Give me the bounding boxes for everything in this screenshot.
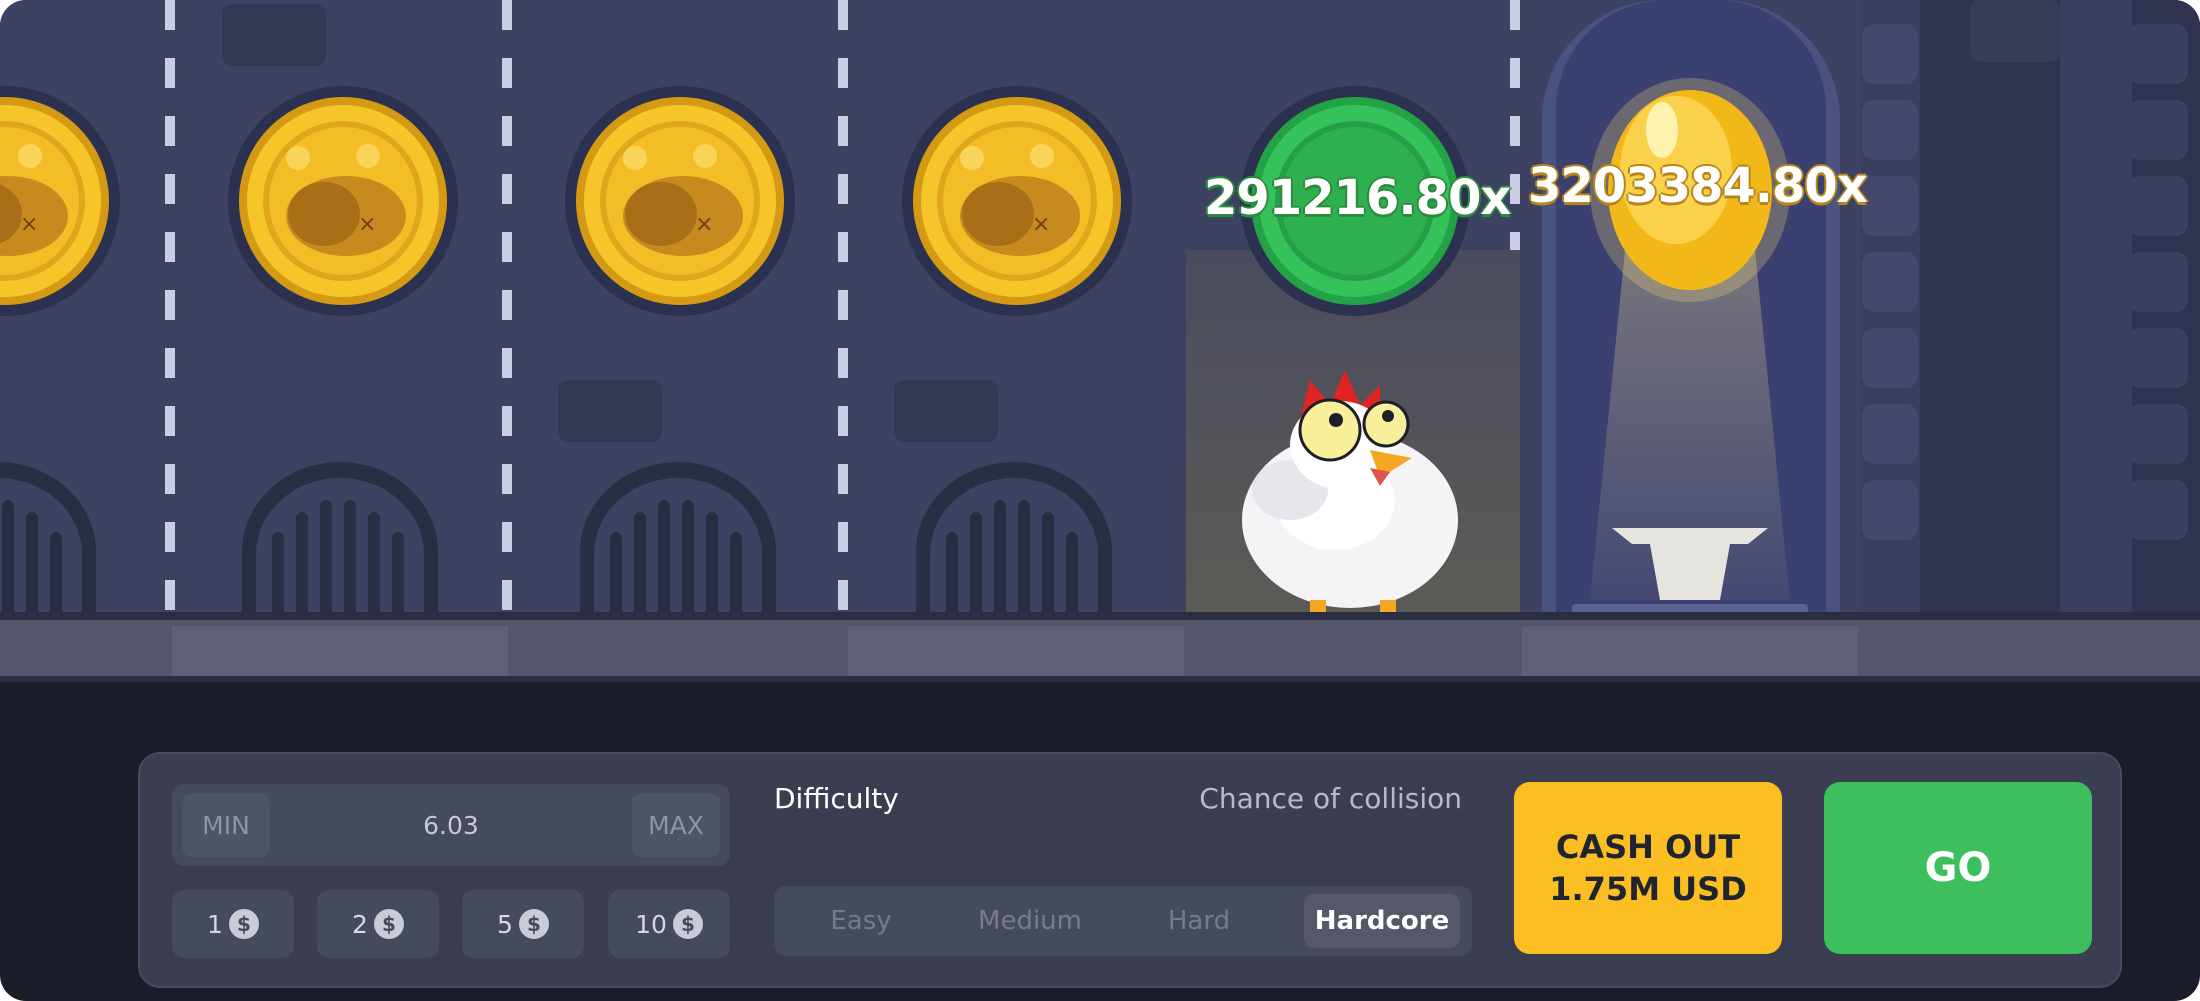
difficulty-medium-option[interactable]: Medium xyxy=(948,894,1112,948)
sewer-grate-icon xyxy=(0,462,96,620)
wall-window xyxy=(558,380,662,442)
dollar-coin-icon: $ xyxy=(672,909,703,939)
floor-segment xyxy=(172,626,508,676)
cash-out-amount: 1.75M USD xyxy=(1549,870,1747,908)
lane-divider xyxy=(502,0,512,620)
cash-out-button[interactable]: CASH OUT 1.75M USD xyxy=(1514,782,1782,954)
floor-edge xyxy=(0,612,2200,620)
chicken-character-icon xyxy=(1242,370,1458,620)
difficulty-easy-option[interactable]: Easy xyxy=(784,894,938,948)
quick-bet-2-button[interactable]: 2 $ xyxy=(317,890,439,958)
quick-bet-label: 2 xyxy=(352,909,368,939)
floor-segment xyxy=(1522,626,1858,676)
roast-chicken-icon: × xyxy=(902,86,1132,316)
go-button[interactable]: GO xyxy=(1824,782,2092,954)
lane-divider xyxy=(165,0,175,620)
game-frame: × × × × 291216.80x 3203384.80x 6.03 MIN … xyxy=(0,0,2200,1001)
roast-chicken-icon: × xyxy=(565,86,795,316)
dollar-coin-icon: $ xyxy=(518,909,549,939)
roast-chicken-icon: × xyxy=(0,86,120,316)
current-multiplier: 291216.80x xyxy=(1204,170,1511,226)
svg-text:×: × xyxy=(695,212,713,237)
min-bet-button[interactable]: MIN xyxy=(182,793,270,857)
floor-segment xyxy=(848,626,1184,676)
collision-chance-label: Chance of collision xyxy=(1199,782,1462,815)
svg-text:×: × xyxy=(358,212,376,237)
difficulty-hard-option[interactable]: Hard xyxy=(1122,894,1276,948)
wall-window xyxy=(894,380,998,442)
cash-out-label: CASH OUT xyxy=(1555,828,1741,866)
quick-bet-label: 10 xyxy=(635,909,667,939)
final-multiplier: 3203384.80x xyxy=(1528,158,1868,214)
quick-bet-10-button[interactable]: 10 $ xyxy=(608,890,730,958)
quick-bet-1-button[interactable]: 1 $ xyxy=(172,890,294,958)
quick-bet-label: 1 xyxy=(207,909,223,939)
lane-divider xyxy=(838,0,848,620)
max-bet-button[interactable]: MAX xyxy=(632,793,720,857)
svg-text:×: × xyxy=(1032,212,1050,237)
difficulty-selector: Easy Medium Hard Hardcore xyxy=(774,886,1472,956)
difficulty-label: Difficulty xyxy=(774,782,899,815)
svg-text:×: × xyxy=(20,212,38,237)
quick-bet-5-button[interactable]: 5 $ xyxy=(462,890,584,958)
bet-amount-input[interactable]: 6.03 MIN MAX xyxy=(172,784,730,866)
difficulty-hardcore-option[interactable]: Hardcore xyxy=(1304,894,1460,948)
game-scene: × × × × 291216.80x 3203384.80x xyxy=(0,0,2200,620)
dollar-coin-icon: $ xyxy=(228,909,259,939)
dollar-coin-icon: $ xyxy=(373,909,404,939)
sewer-grate-icon xyxy=(916,462,1112,620)
wall-window xyxy=(222,4,326,66)
pedestal-icon xyxy=(1572,528,1808,620)
sewer-grate-icon xyxy=(242,462,438,620)
quick-bet-label: 5 xyxy=(497,909,513,939)
brick-wall xyxy=(1860,0,2200,620)
sewer-grate-icon xyxy=(580,462,776,620)
roast-chicken-icon: × xyxy=(228,86,458,316)
floor-bottom-edge xyxy=(0,676,2200,682)
